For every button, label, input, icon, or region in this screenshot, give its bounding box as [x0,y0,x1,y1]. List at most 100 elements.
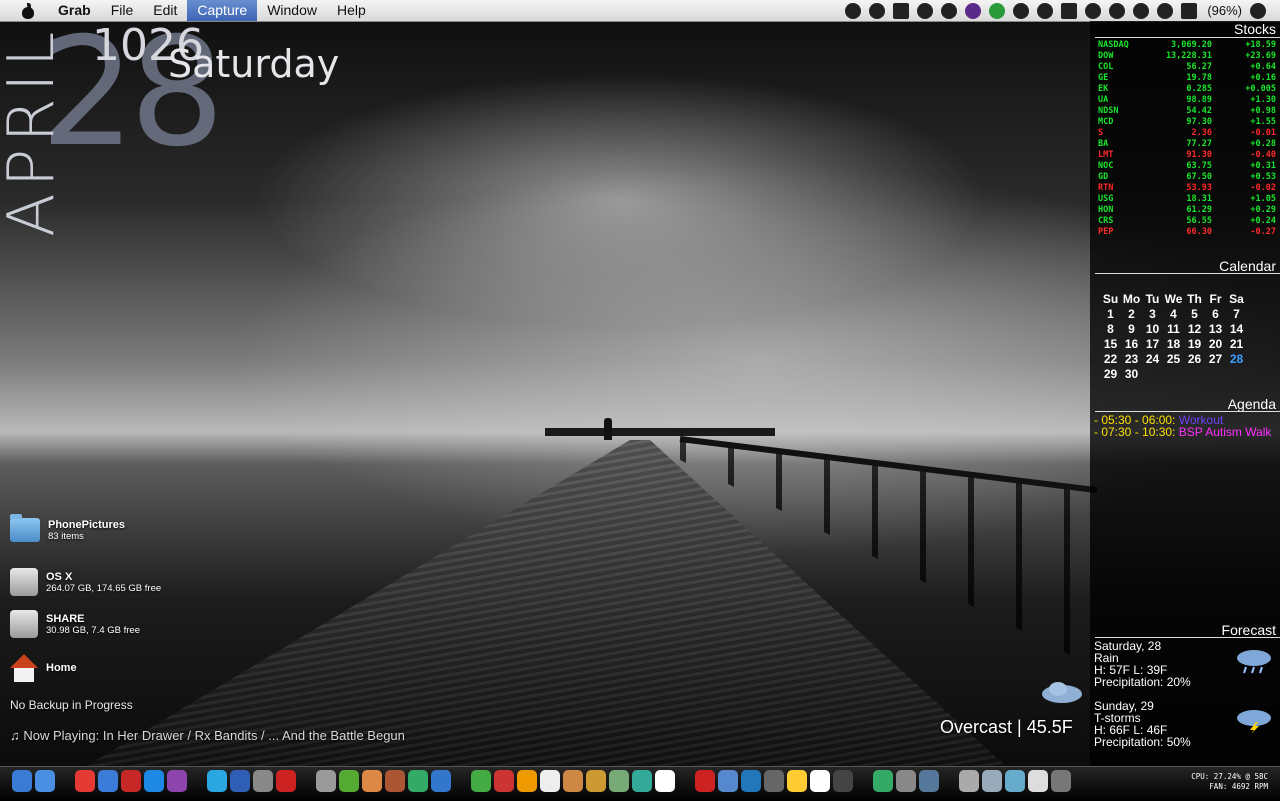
calendar-day: 16 [1124,337,1139,351]
time-machine-icon[interactable] [1085,2,1102,19]
dock-app-icon[interactable] [655,770,675,792]
terminal-icon[interactable] [893,2,910,19]
drive-icon[interactable] [1037,2,1054,19]
dock-app-icon[interactable] [563,770,583,792]
contrast-icon[interactable] [917,2,934,19]
date-weekday: Saturday [168,42,340,86]
dock-app-icon[interactable] [253,770,273,792]
dock-app-icon[interactable] [718,770,738,792]
apple-menu-icon[interactable] [20,2,36,19]
calendar-day: 30 [1124,367,1139,381]
dock-app-icon[interactable] [121,770,141,792]
dock-app-icon[interactable] [1005,770,1025,792]
dock-app-icon[interactable] [12,770,32,792]
battery-icon[interactable] [1181,2,1198,19]
calendar-day: 2 [1128,307,1135,321]
volume-icon[interactable] [1157,2,1174,19]
calendar-day: 20 [1208,337,1223,351]
agenda-title: BSP Autism Walk [1178,425,1272,439]
dock-app-icon[interactable] [385,770,405,792]
desktop-folder-phonepictures[interactable]: PhonePictures 83 items [10,514,125,542]
forecast-day: Saturday, 28 Rain H: 57F L: 39F Precipit… [1094,640,1278,688]
menu-help[interactable]: Help [327,0,376,21]
stock-change: -0.40 [1250,150,1276,160]
dock-app-icon[interactable] [98,770,118,792]
calendar-header-row: Su Mo Tu We Th Fr Sa [1100,292,1270,307]
stock-change: +0.64 [1250,62,1276,72]
dock-app-icon[interactable] [873,770,893,792]
stock-price: 77.27 [1186,139,1212,149]
quicksilver-icon[interactable] [845,2,862,19]
dock-app-icon[interactable] [741,770,761,792]
rain-cloud-icon [1237,650,1271,674]
gear-icon[interactable] [941,2,958,19]
dock-app-icon[interactable] [362,770,382,792]
dock-app-icon[interactable] [787,770,807,792]
stock-row: GE 19.78 +0.16 [1098,73,1276,84]
agenda-event: - 07:30 - 10:30: BSP Autism Walk [1094,426,1280,438]
stock-price: 63.75 [1186,161,1212,171]
stock-change: +0.98 [1250,106,1276,116]
sync-icon[interactable] [1061,2,1078,19]
desktop-home[interactable]: Home [10,654,77,682]
agenda-list: - 05:30 - 06:00: Workout - 07:30 - 10:30:… [1094,414,1280,438]
globe-icon[interactable] [989,2,1006,19]
headphones-icon[interactable] [869,2,886,19]
wifi-icon[interactable] [1133,2,1150,19]
dock-app-icon[interactable] [896,770,916,792]
desktop-disk-osx[interactable]: OS X 264.07 GB, 174.65 GB free [10,568,161,596]
dock-app-icon[interactable] [540,770,560,792]
stock-row: UA 98.89 +1.30 [1098,95,1276,106]
forecast-divider [1095,637,1280,638]
calendar-grid: Su Mo Tu We Th Fr Sa 1 2 3 4 5 6 7 8 9 10 11 12 13 14 15 16 17 1… [1100,292,1270,382]
dock-app-icon[interactable] [632,770,652,792]
dock-app-icon[interactable] [276,770,296,792]
dock-app-icon[interactable] [1028,770,1048,792]
agenda-time: - 07:30 - 10:30: [1094,425,1179,439]
menu-window[interactable]: Window [257,0,327,21]
desktop-item-info: 83 items [48,530,84,542]
dock-app-icon[interactable] [517,770,537,792]
dock-app-icon[interactable] [1051,770,1071,792]
stock-row: USG 18.31 +1.05 [1098,194,1276,205]
stock-symbol: UA [1098,95,1109,105]
dock-app-icon[interactable] [75,770,95,792]
calendar-day [1205,367,1226,382]
stock-row: NASDAQ 3,069.20 +18.59 [1098,40,1276,51]
dock-app-icon[interactable] [408,770,428,792]
desktop-disk-share[interactable]: SHARE 30.98 GB, 7.4 GB free [10,610,140,638]
dock-app-icon[interactable] [316,770,336,792]
purple-app-icon[interactable] [965,2,982,19]
calendar-day: 7 [1233,307,1240,321]
stock-symbol: NOC [1098,161,1114,171]
stock-row: DOW 13,228.31 +23.69 [1098,51,1276,62]
calendar-day: 9 [1128,322,1135,336]
dock-app-icon[interactable] [35,770,55,792]
dock-app-icon[interactable] [230,770,250,792]
dock-app-icon[interactable] [494,770,514,792]
stock-price: 18.31 [1186,194,1212,204]
dock-separator [299,770,313,792]
dock-app-icon[interactable] [471,770,491,792]
agenda-title: Agenda [1227,396,1276,412]
spotlight-search-icon[interactable] [1250,2,1266,19]
dock-app-icon[interactable] [207,770,227,792]
dock-app-icon[interactable] [833,770,853,792]
dock-app-icon[interactable] [586,770,606,792]
dock-app-icon[interactable] [810,770,830,792]
bluetooth-icon[interactable] [1109,2,1126,19]
dock-app-icon[interactable] [959,770,979,792]
dock-app-icon[interactable] [695,770,715,792]
dock-app-icon[interactable] [764,770,784,792]
dock-app-icon[interactable] [431,770,451,792]
dock-app-icon[interactable] [982,770,1002,792]
calendar-week: 29 30 [1100,367,1270,382]
dock-app-icon[interactable] [167,770,187,792]
dock-app-icon[interactable] [144,770,164,792]
dock-app-icon[interactable] [919,770,939,792]
stock-price: 3,069.20 [1171,40,1212,50]
dock-app-icon[interactable] [609,770,629,792]
dock-app-icon[interactable] [339,770,359,792]
paw-icon[interactable] [1013,2,1030,19]
stock-change: -0.27 [1250,227,1276,237]
